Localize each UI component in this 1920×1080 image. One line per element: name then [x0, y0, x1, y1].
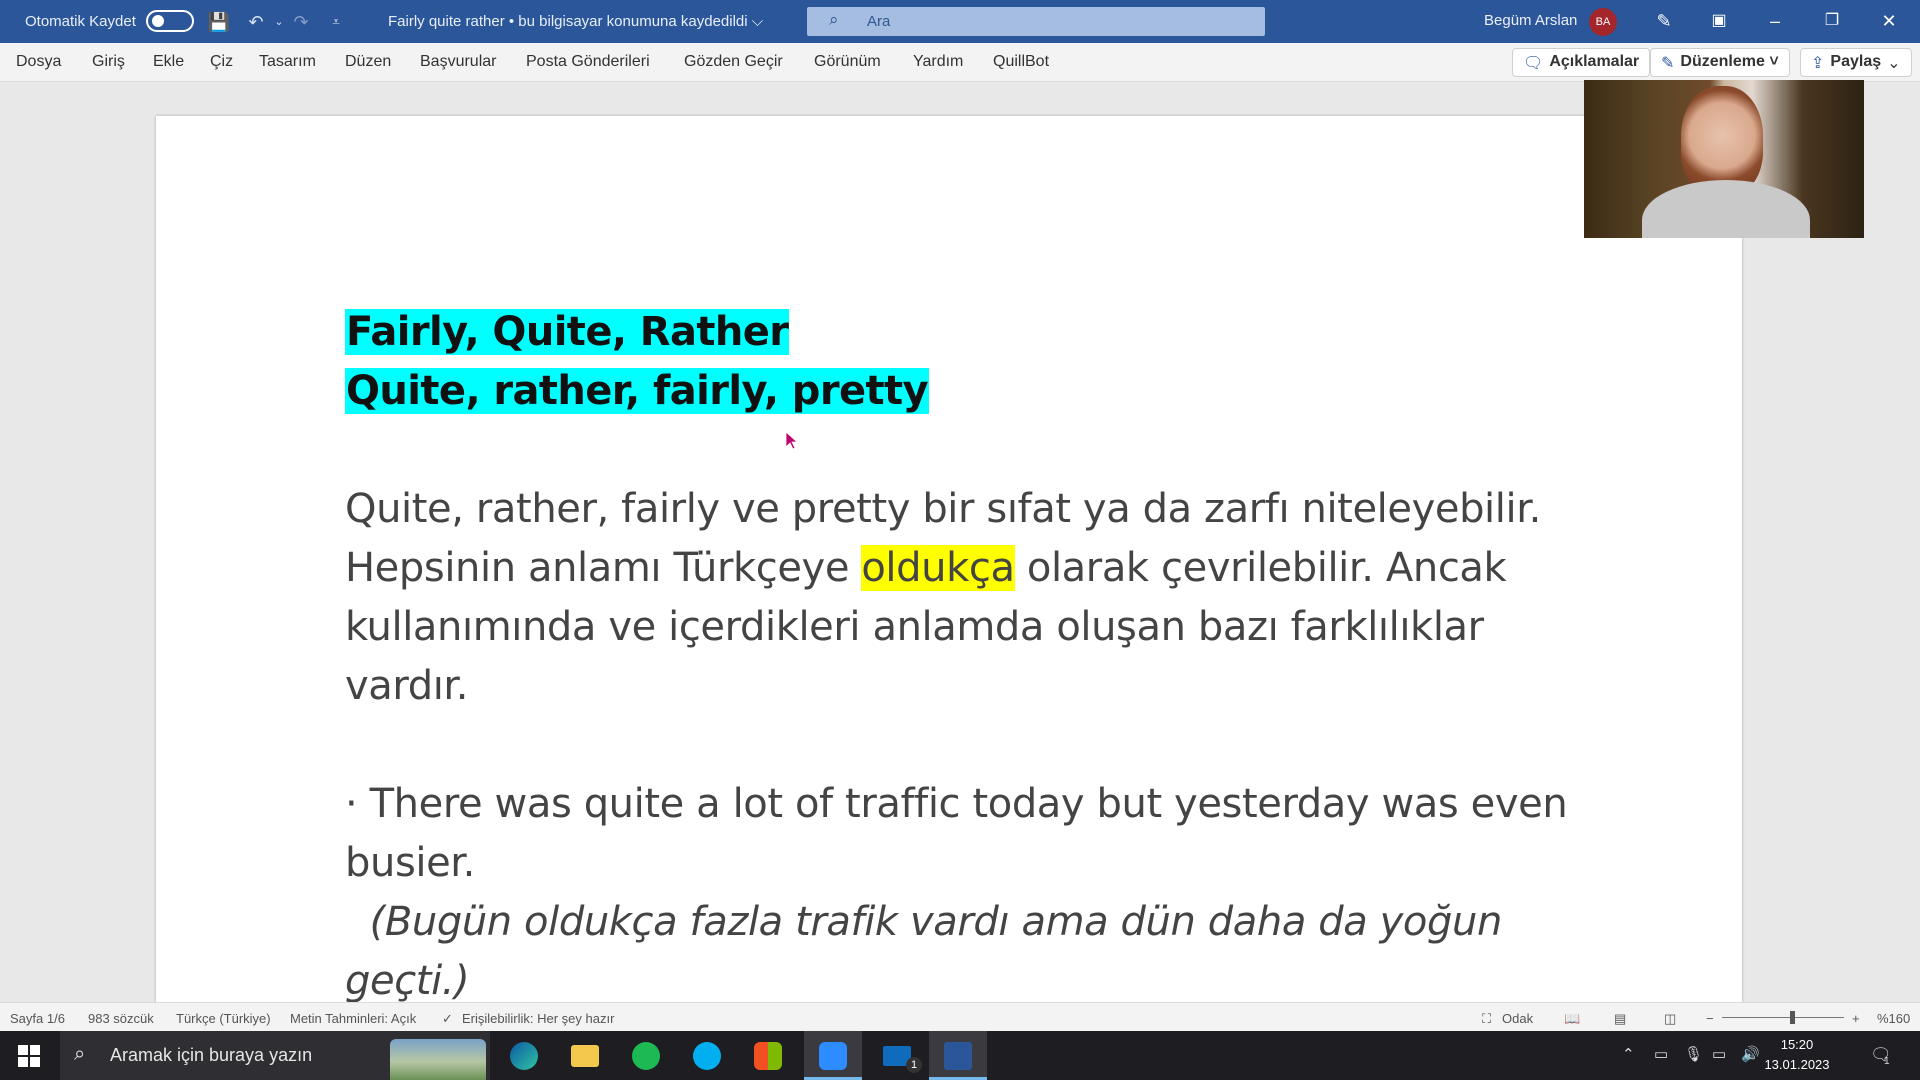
restore-icon[interactable]: ❐ — [1815, 6, 1849, 36]
ribbon-tabs: Dosya Giriş Ekle Çiz Tasarım Düzen Başvu… — [0, 43, 1920, 82]
user-name[interactable]: Begüm Arslan — [1484, 12, 1577, 29]
status-page[interactable]: Sayfa 1/6 — [10, 1011, 65, 1026]
read-mode-icon[interactable]: 📖 — [1564, 1011, 1580, 1027]
spotify-icon[interactable] — [617, 1031, 675, 1080]
example-1[interactable]: · There was quite a lot of traffic today… — [345, 775, 1605, 893]
file-explorer-icon[interactable] — [556, 1031, 614, 1080]
tab-giris[interactable]: Giriş — [92, 53, 125, 71]
share-button[interactable]: ⇪ Paylaş ⌄ — [1800, 48, 1912, 77]
tab-gorunum[interactable]: Görünüm — [814, 53, 881, 71]
taskbar: ⌕ Aramak için buraya yazın 1 ⌃ ▭ 🎙 ▭ 🔊 1… — [0, 1031, 1920, 1080]
redo-icon[interactable]: ↷ — [288, 9, 314, 35]
clock-time: 15:20 — [1780, 1037, 1814, 1052]
avatar[interactable]: BA — [1589, 8, 1617, 36]
battery-icon[interactable]: ▭ — [1712, 1045, 1726, 1063]
autosave-toggle[interactable] — [145, 10, 194, 32]
document-page[interactable]: Fairly, Quite, Rather Quite, rather, fai… — [156, 116, 1742, 1002]
volume-icon[interactable]: 🔊 — [1741, 1045, 1760, 1063]
word-icon[interactable] — [929, 1031, 987, 1080]
zoom-icon[interactable] — [804, 1031, 862, 1080]
print-layout-icon[interactable]: ▤ — [1614, 1011, 1626, 1027]
clock[interactable]: 15:20 13.01.2023 — [1762, 1035, 1832, 1075]
autosave-control[interactable]: Otomatik Kaydet — [25, 10, 194, 32]
accessibility-icon: ✓ — [442, 1011, 453, 1026]
editing-label: Düzenleme ˅ — [1680, 53, 1779, 70]
heading-1[interactable]: Fairly, Quite, Rather — [345, 303, 1605, 362]
mouse-cursor-icon — [785, 431, 799, 450]
meet-now-icon[interactable]: ▭ — [1654, 1045, 1668, 1063]
taskbar-search[interactable]: ⌕ Aramak için buraya yazın — [60, 1031, 490, 1080]
document-body[interactable]: Fairly, Quite, Rather Quite, rather, fai… — [345, 303, 1605, 1002]
comments-button[interactable]: 🗨 Açıklamalar — [1512, 48, 1651, 77]
status-language[interactable]: Türkçe (Türkiye) — [176, 1011, 271, 1026]
example-1-translation[interactable]: (Bugün oldukça fazla trafik vardı ama dü… — [345, 893, 1605, 1002]
heading-1-text: Fairly, Quite, Rather — [345, 309, 790, 355]
editing-mode-button[interactable]: ✎ Düzenleme ˅ — [1650, 48, 1790, 77]
document-title[interactable]: Fairly quite rather • bu bilgisayar konu… — [388, 13, 763, 30]
tab-tasarim[interactable]: Tasarım — [259, 53, 316, 71]
search-icon: ⌕ — [74, 1043, 86, 1065]
share-icon: ⇪ — [1811, 55, 1825, 72]
search-placeholder: Ara — [867, 13, 891, 30]
windows-start-icon[interactable] — [18, 1045, 40, 1067]
status-accessibility[interactable]: Erişilebilirlik: Her şey hazır — [462, 1011, 614, 1026]
search-icon: ⌕ — [829, 10, 839, 29]
zoom-slider[interactable] — [1722, 1017, 1844, 1018]
web-layout-icon[interactable]: ◫ — [1664, 1011, 1676, 1027]
paragraph-1[interactable]: Quite, rather, fairly ve pretty bir sıfa… — [345, 480, 1605, 716]
status-focus[interactable]: Odak — [1502, 1011, 1533, 1026]
highlighted-word: oldukça — [861, 545, 1015, 591]
status-predictions[interactable]: Metin Tahminleri: Açık — [290, 1011, 416, 1026]
tab-gozden-gecir[interactable]: Gözden Geçir — [684, 53, 783, 71]
microphone-icon[interactable]: 🎙 — [1684, 1045, 1703, 1063]
zoom-in-icon[interactable]: + — [1852, 1011, 1860, 1026]
pen-icon[interactable]: ✎ — [1647, 6, 1681, 36]
taskbar-search-placeholder: Aramak için buraya yazın — [110, 1045, 313, 1065]
clock-date: 13.01.2023 — [1764, 1057, 1830, 1072]
tab-duzen[interactable]: Düzen — [345, 53, 391, 71]
mail-badge: 1 — [906, 1057, 922, 1073]
heading-2[interactable]: Quite, rather, fairly, pretty — [345, 362, 1605, 421]
tab-ciz[interactable]: Çiz — [210, 53, 233, 71]
minimize-icon[interactable]: – — [1758, 6, 1792, 36]
tab-basvurular[interactable]: Başvurular — [420, 53, 496, 71]
comment-icon: 🗨 — [1523, 55, 1544, 72]
search-box[interactable]: ⌕ Ara — [807, 7, 1265, 36]
tab-ekle[interactable]: Ekle — [153, 53, 184, 71]
autosave-label: Otomatik Kaydet — [25, 12, 136, 30]
pencil-icon: ✎ — [1661, 55, 1675, 72]
webcam-overlay[interactable] — [1584, 80, 1864, 238]
tab-dosya[interactable]: Dosya — [16, 53, 61, 71]
zoom-level[interactable]: %160 — [1877, 1011, 1910, 1026]
zoom-slider-thumb[interactable] — [1790, 1011, 1795, 1024]
edge-icon[interactable] — [495, 1031, 553, 1080]
status-bar: Sayfa 1/6 983 sözcük Türkçe (Türkiye) Me… — [0, 1002, 1920, 1031]
webcam-person-body — [1642, 180, 1810, 238]
show-hidden-icons-icon[interactable]: ⌃ — [1622, 1045, 1635, 1063]
notification-badge: 1 — [1884, 1056, 1890, 1067]
skype-icon[interactable] — [678, 1031, 736, 1080]
search-highlight-image — [390, 1039, 486, 1080]
mail-icon[interactable]: 1 — [868, 1031, 926, 1080]
customize-icon[interactable]: ⩡ — [323, 9, 349, 35]
save-icon[interactable]: 💾 — [206, 9, 232, 35]
share-label: Paylaş — [1830, 53, 1882, 70]
microsoft-store-icon[interactable] — [739, 1031, 797, 1080]
heading-2-text: Quite, rather, fairly, pretty — [345, 368, 930, 414]
tab-quillbot[interactable]: QuillBot — [993, 53, 1049, 71]
status-words[interactable]: 983 sözcük — [88, 1011, 154, 1026]
comments-label: Açıklamalar — [1549, 53, 1640, 70]
close-icon[interactable]: ✕ — [1872, 6, 1906, 36]
zoom-out-icon[interactable]: − — [1706, 1011, 1714, 1026]
ribbon-display-icon[interactable]: ▣ — [1702, 6, 1736, 36]
focus-icon: ⛶ — [1482, 1011, 1492, 1026]
tab-posta-gonderileri[interactable]: Posta Gönderileri — [526, 53, 650, 71]
tab-yardim[interactable]: Yardım — [913, 53, 963, 71]
chevron-down-icon: ⌄ — [1887, 55, 1901, 72]
title-bar: Otomatik Kaydet 💾 ↶ ⌄ ↷ ⩡ Fairly quite r… — [0, 0, 1920, 43]
